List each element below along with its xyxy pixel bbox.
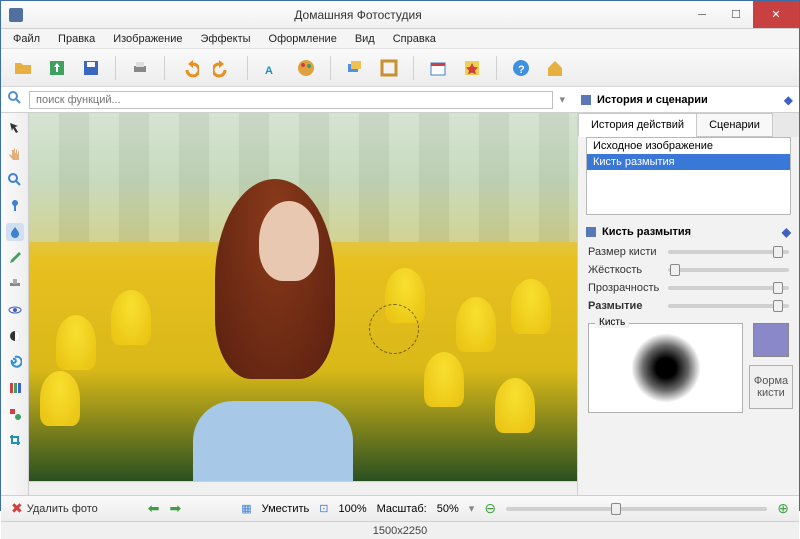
menu-effects[interactable]: Эффекты <box>193 31 259 47</box>
blur-tool[interactable] <box>6 223 24 241</box>
levels-tool[interactable] <box>6 379 24 397</box>
hardness-label: Жёсткость <box>588 264 660 276</box>
brush-section-header: Кисть размытия ◆ <box>578 219 799 243</box>
zoom100-button[interactable]: 100% <box>338 503 366 515</box>
size-label: Размер кисти <box>588 246 660 258</box>
eye-tool[interactable] <box>6 301 24 319</box>
brush-shape-button[interactable]: Форма кисти <box>749 365 793 409</box>
canvas[interactable] <box>29 113 577 481</box>
brush-preview-label: Кисть <box>595 317 629 328</box>
menu-file[interactable]: Файл <box>5 31 48 47</box>
text-button[interactable]: A <box>258 54 286 82</box>
swirl-tool[interactable] <box>6 353 24 371</box>
zoom-in-button[interactable]: ⊕ <box>777 500 789 517</box>
menubar: Файл Правка Изображение Эффекты Оформлен… <box>1 29 799 49</box>
blur-label: Размытие <box>588 300 660 312</box>
maximize-button[interactable]: ☐ <box>719 1 753 28</box>
brush-preview: Кисть <box>588 323 743 413</box>
horizontal-scrollbar[interactable] <box>29 481 577 495</box>
bottom-toolbar: ✖ Удалить фото ⬅ ➡ ▦ Уместить ⊡ 100% Мас… <box>1 495 799 521</box>
menu-decor[interactable]: Оформление <box>261 31 345 47</box>
svg-text:?: ? <box>518 64 525 76</box>
canvas-area <box>29 113 577 495</box>
search-dropdown-icon[interactable]: ▾ <box>559 93 565 106</box>
collapse-icon[interactable]: ◆ <box>784 93 793 107</box>
brush-section-title: Кисть размытия <box>602 226 691 238</box>
undo-button[interactable] <box>175 54 203 82</box>
menu-help[interactable]: Справка <box>385 31 444 47</box>
tab-scenarios[interactable]: Сценарии <box>696 113 773 137</box>
brush-blob <box>631 333 701 403</box>
search-input[interactable] <box>29 91 553 109</box>
redo-button[interactable] <box>209 54 237 82</box>
print-button[interactable] <box>126 54 154 82</box>
right-panel: История действий Сценарии Исходное изобр… <box>577 113 799 495</box>
fit-button[interactable]: Уместить <box>262 503 310 515</box>
history-panel-title: История и сценарии <box>597 94 708 106</box>
titlebar: Домашняя Фотостудия ─ ☐ ✕ <box>1 1 799 29</box>
brush-cursor <box>369 304 419 354</box>
menu-view[interactable]: Вид <box>347 31 383 47</box>
hardness-slider[interactable] <box>668 268 789 272</box>
collapse-icon[interactable]: ◆ <box>782 225 791 239</box>
fit-icon: ▦ <box>241 502 251 515</box>
photo-content <box>29 113 577 481</box>
main-toolbar: A ? <box>1 49 799 87</box>
help-button[interactable]: ? <box>507 54 535 82</box>
scale-value: 50% <box>437 503 459 515</box>
zoom-slider[interactable] <box>506 507 767 511</box>
prev-button[interactable]: ⬅ <box>148 500 160 517</box>
app-icon <box>9 8 23 22</box>
layers-button[interactable] <box>341 54 369 82</box>
menu-edit[interactable]: Правка <box>50 31 103 47</box>
delete-icon: ✖ <box>11 500 23 517</box>
zoom-tool[interactable] <box>6 171 24 189</box>
contrast-tool[interactable] <box>6 327 24 345</box>
save-button[interactable] <box>77 54 105 82</box>
blur-slider[interactable] <box>668 304 789 308</box>
palette-button[interactable] <box>292 54 320 82</box>
status-bar: 1500x2250 <box>1 521 799 539</box>
search-icon <box>7 90 23 109</box>
tab-history[interactable]: История действий <box>578 113 697 137</box>
svg-text:A: A <box>265 65 273 77</box>
pencil-tool[interactable] <box>6 249 24 267</box>
history-item[interactable]: Исходное изображение <box>587 138 790 154</box>
clone-tool[interactable] <box>6 275 24 293</box>
panel-icon <box>581 95 591 105</box>
shapes-tool[interactable] <box>6 405 24 423</box>
hand-tool[interactable] <box>6 145 24 163</box>
home-button[interactable] <box>541 54 569 82</box>
size-slider[interactable] <box>668 250 789 254</box>
delete-photo-button[interactable]: ✖ Удалить фото <box>11 500 98 517</box>
crop-tool[interactable] <box>6 431 24 449</box>
left-toolbox <box>1 113 29 495</box>
scale-dropdown-icon[interactable]: ▾ <box>469 502 475 515</box>
frame-button[interactable] <box>375 54 403 82</box>
menu-image[interactable]: Изображение <box>105 31 190 47</box>
minimize-button[interactable]: ─ <box>685 1 719 28</box>
pointer-tool[interactable] <box>6 119 24 137</box>
window-title: Домашняя Фотостудия <box>31 8 685 22</box>
history-tabs: История действий Сценарии <box>578 113 799 137</box>
opacity-label: Прозрачность <box>588 282 660 294</box>
zoom-out-button[interactable]: ⊖ <box>484 500 496 517</box>
scale-label: Масштаб: <box>377 503 427 515</box>
section-icon <box>586 227 596 237</box>
next-button[interactable]: ➡ <box>169 500 181 517</box>
zoom100-icon: ⊡ <box>319 502 328 515</box>
open-button[interactable] <box>9 54 37 82</box>
brush-tool[interactable] <box>6 197 24 215</box>
brush-color-button[interactable] <box>753 323 789 357</box>
search-bar: ▾ История и сценарии ◆ <box>1 87 799 113</box>
history-item[interactable]: Кисть размытия <box>587 154 790 170</box>
close-button[interactable]: ✕ <box>753 1 799 28</box>
star-button[interactable] <box>458 54 486 82</box>
image-dimensions: 1500x2250 <box>373 525 427 537</box>
import-button[interactable] <box>43 54 71 82</box>
history-list: Исходное изображение Кисть размытия <box>586 137 791 215</box>
calendar-button[interactable] <box>424 54 452 82</box>
opacity-slider[interactable] <box>668 286 789 290</box>
